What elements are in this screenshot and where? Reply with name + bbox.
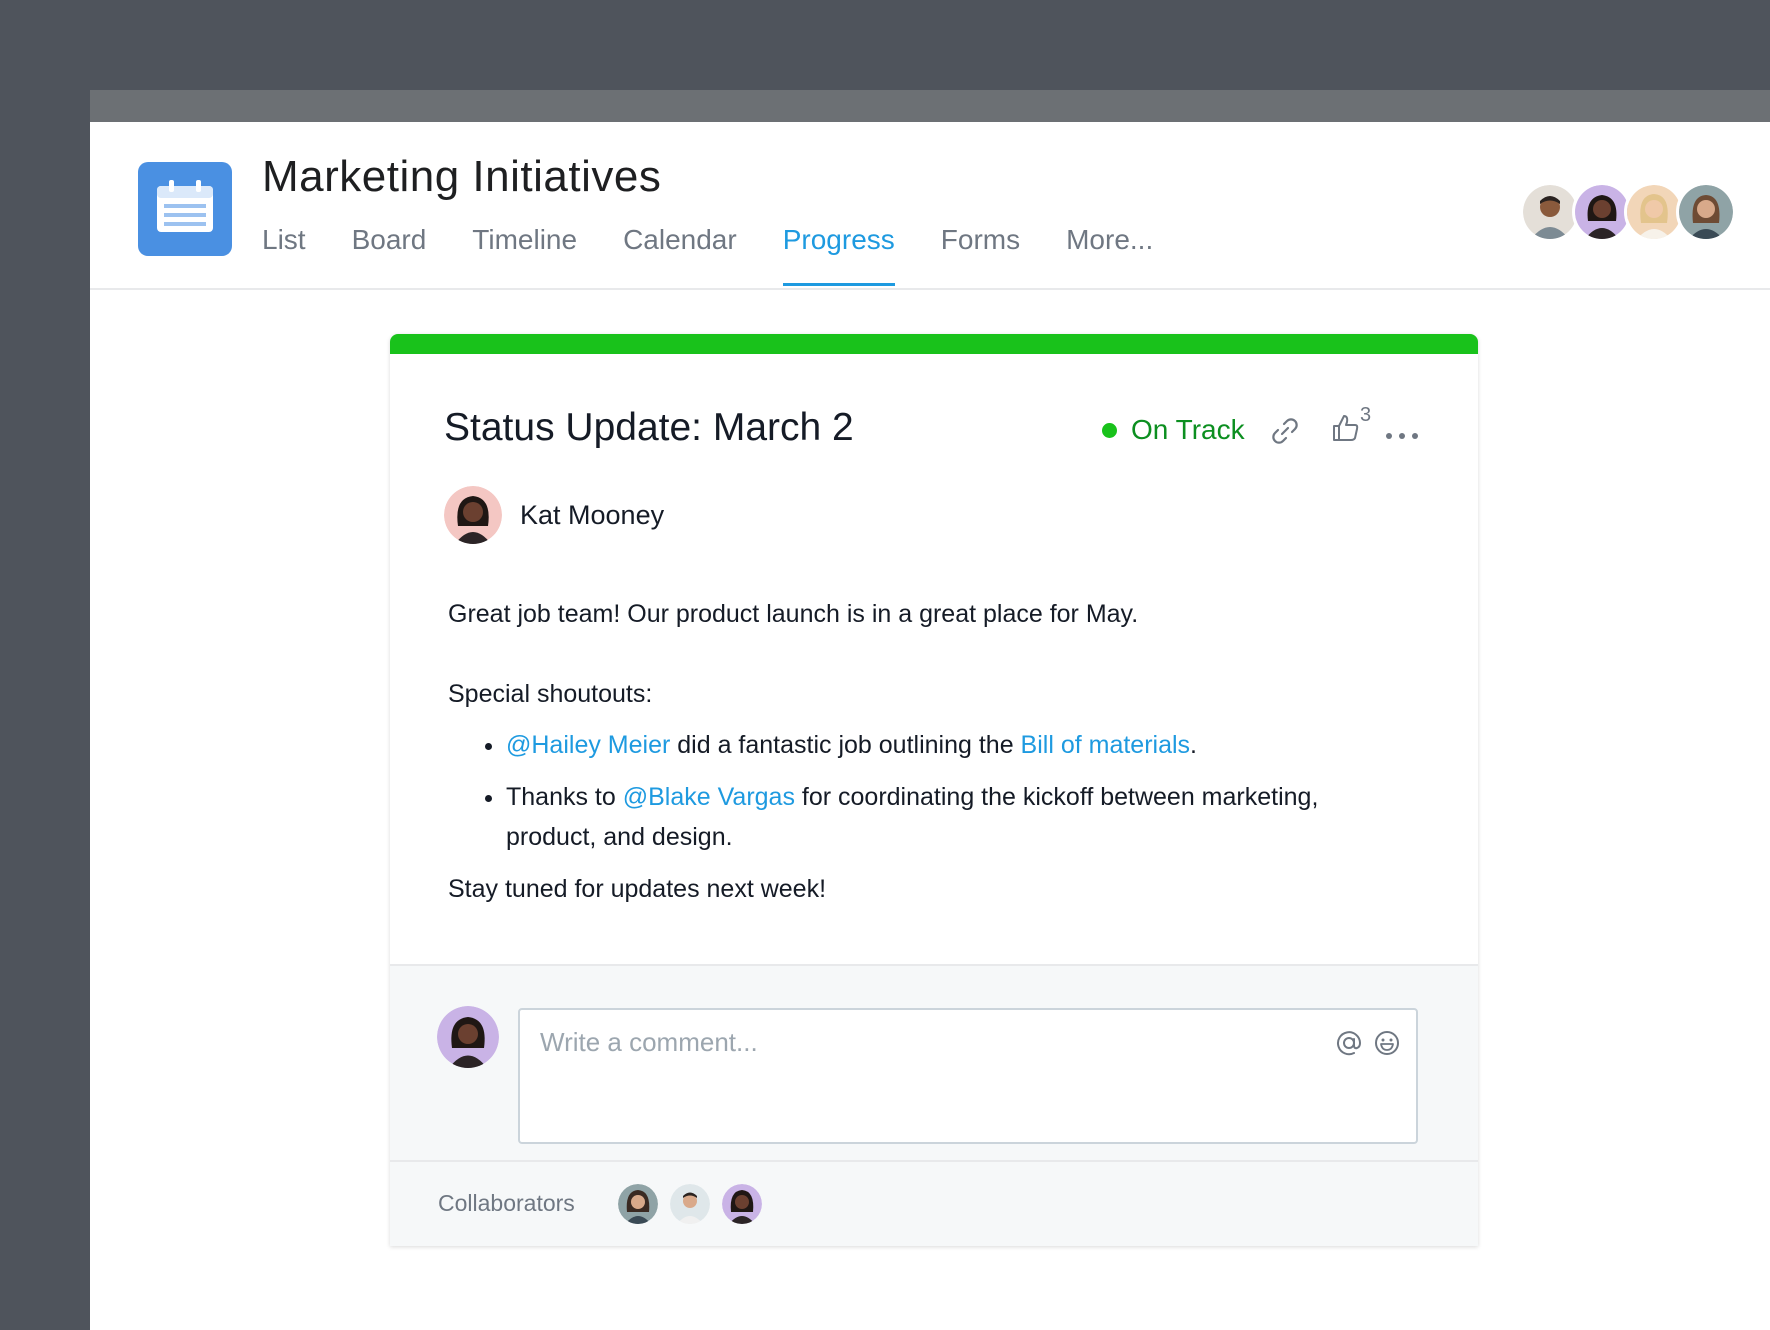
project-members[interactable] bbox=[1520, 182, 1736, 242]
collaborators-bar: Collaborators bbox=[390, 1162, 1478, 1246]
tab-timeline[interactable]: Timeline bbox=[472, 218, 577, 286]
project-title: Marketing Initiatives bbox=[262, 152, 662, 201]
status-color-strip bbox=[390, 334, 1478, 354]
list-item-text: . bbox=[1190, 731, 1197, 759]
emoji-icon[interactable] bbox=[1374, 1030, 1400, 1056]
intro-text: Great job team! Our product launch is in… bbox=[448, 600, 1139, 628]
tab-board[interactable]: Board bbox=[352, 218, 427, 286]
collaborators-avatars[interactable] bbox=[618, 1184, 774, 1224]
avatar[interactable] bbox=[618, 1184, 658, 1224]
member-avatar[interactable] bbox=[1624, 182, 1684, 242]
list-item-text: Thanks to bbox=[506, 783, 623, 811]
project-tabs: List Board Timeline Calendar Progress Fo… bbox=[262, 218, 1199, 288]
avatar[interactable] bbox=[444, 486, 502, 544]
thumbs-up-icon[interactable] bbox=[1330, 412, 1362, 444]
mention-link[interactable]: @Hailey Meier bbox=[506, 731, 670, 759]
avatar bbox=[437, 1006, 499, 1068]
tab-list[interactable]: List bbox=[262, 218, 306, 286]
status-dot-icon bbox=[1102, 422, 1117, 438]
comment-input[interactable] bbox=[538, 1026, 1302, 1059]
task-link[interactable]: Bill of materials bbox=[1021, 731, 1191, 759]
shoutouts-heading: Special shoutouts: bbox=[448, 680, 653, 708]
tab-progress[interactable]: Progress bbox=[782, 218, 895, 286]
calendar-icon bbox=[138, 162, 232, 256]
status-update-content: Great job team! Our product launch is in… bbox=[448, 594, 1408, 909]
list-item: Thanks to @Blake Vargas for coordinating… bbox=[506, 777, 1408, 857]
avatar[interactable] bbox=[722, 1184, 762, 1224]
member-avatar[interactable] bbox=[1572, 182, 1632, 242]
list-item: @Hailey Meier did a fantastic job outlin… bbox=[506, 725, 1408, 765]
closing-text: Stay tuned for updates next week! bbox=[448, 875, 827, 903]
project-header: Marketing Initiatives List Board Timelin… bbox=[90, 122, 1770, 290]
link-icon[interactable] bbox=[1270, 416, 1300, 446]
more-options-icon[interactable] bbox=[1385, 432, 1419, 440]
tab-more[interactable]: More... bbox=[1066, 218, 1153, 286]
shoutouts-list: @Hailey Meier did a fantastic job outlin… bbox=[448, 725, 1408, 857]
list-item-text: did a fantastic job outlining the bbox=[670, 731, 1021, 759]
status-label: On Track bbox=[1131, 414, 1245, 445]
collaborators-label: Collaborators bbox=[438, 1190, 575, 1216]
status-update-card: Status Update: March 2 On Track 3 Kat Mo… bbox=[390, 334, 1478, 1246]
comment-box[interactable] bbox=[518, 1008, 1418, 1144]
status-indicator[interactable]: On Track bbox=[1102, 414, 1245, 446]
app-window: Marketing Initiatives List Board Timelin… bbox=[90, 90, 1770, 1330]
status-update-body: Status Update: March 2 On Track 3 Kat Mo… bbox=[390, 354, 1478, 964]
author[interactable]: Kat Mooney bbox=[444, 486, 664, 544]
window-title-bar bbox=[90, 90, 1770, 122]
mention-icon[interactable] bbox=[1336, 1030, 1362, 1056]
comment-section bbox=[390, 964, 1478, 1162]
status-update-title: Status Update: March 2 bbox=[444, 406, 854, 449]
avatar[interactable] bbox=[670, 1184, 710, 1224]
member-avatar[interactable] bbox=[1520, 182, 1580, 242]
tab-calendar[interactable]: Calendar bbox=[623, 218, 737, 286]
tab-forms[interactable]: Forms bbox=[941, 218, 1020, 286]
member-avatar[interactable] bbox=[1676, 182, 1736, 242]
mention-link[interactable]: @Blake Vargas bbox=[623, 783, 795, 811]
like-count: 3 bbox=[1360, 404, 1372, 426]
author-name[interactable]: Kat Mooney bbox=[520, 500, 664, 531]
